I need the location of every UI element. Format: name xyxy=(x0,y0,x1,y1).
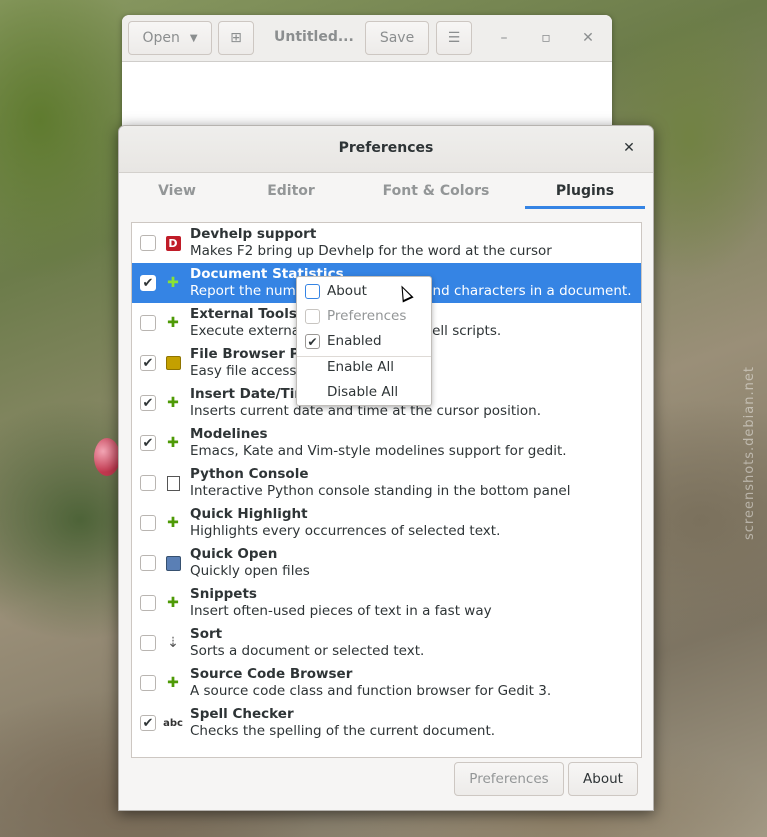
sort-icon: ⇣ xyxy=(167,635,179,651)
dialog-headerbar: Preferences ✕ xyxy=(119,126,653,173)
plugin-enabled-checkbox[interactable]: ✔ xyxy=(140,275,156,291)
plugin-name: Python Console xyxy=(190,466,309,482)
menu-checkbox: ✔ xyxy=(305,334,320,349)
plugin-enabled-checkbox[interactable]: ✔ xyxy=(140,355,156,371)
plugin-name: Sort xyxy=(190,626,223,642)
tab-bar: View Editor Font & Colors Plugins xyxy=(119,173,653,209)
menu-item-label: About xyxy=(327,283,367,299)
document-title: Untitled... xyxy=(274,29,354,45)
puzzle-icon: ✚ xyxy=(167,515,179,531)
plugin-row[interactable]: ✚ Snippets Insert often-used pieces of t… xyxy=(132,583,641,623)
open-button-label: Open xyxy=(142,30,180,46)
close-icon: ✕ xyxy=(623,140,635,156)
puzzle-icon: ✚ xyxy=(167,675,179,691)
menu-item-preferences: Preferences xyxy=(297,304,431,329)
plugin-enabled-checkbox[interactable] xyxy=(140,555,156,571)
menu-item-enabled[interactable]: ✔ Enabled xyxy=(297,329,431,354)
hamburger-icon: ☰ xyxy=(447,30,461,46)
close-icon: ✕ xyxy=(582,30,594,46)
plugin-name: Devhelp support xyxy=(190,226,317,242)
plugin-enabled-checkbox[interactable]: ✔ xyxy=(140,395,156,411)
tab-view[interactable]: View xyxy=(119,173,235,209)
puzzle-icon: ✚ xyxy=(167,435,179,451)
plugin-description: Interactive Python console standing in t… xyxy=(190,483,571,499)
plugin-enabled-checkbox[interactable] xyxy=(140,635,156,651)
plugin-name: Quick Highlight xyxy=(190,506,308,522)
disk-icon xyxy=(165,555,181,571)
plugin-preferences-button[interactable]: Preferences xyxy=(454,762,564,796)
plugin-name: Modelines xyxy=(190,426,268,442)
maximize-icon: ▫ xyxy=(541,30,551,46)
plugin-enabled-checkbox[interactable]: ✔ xyxy=(140,435,156,451)
plugin-enabled-checkbox[interactable] xyxy=(140,675,156,691)
menu-item-label: Enable All xyxy=(327,359,395,375)
plugin-row[interactable]: ✚ Source Code Browser A source code clas… xyxy=(132,663,641,703)
plugin-enabled-checkbox[interactable] xyxy=(140,595,156,611)
save-button[interactable]: Save xyxy=(365,21,429,55)
plugin-row[interactable]: ✔ abc Spell Checker Checks the spelling … xyxy=(132,703,641,743)
plugin-enabled-checkbox[interactable] xyxy=(140,315,156,331)
menu-item-enable-all[interactable]: Enable All xyxy=(297,355,431,380)
plugin-description: Highlights every occurrences of selected… xyxy=(190,523,501,539)
background-berry xyxy=(94,438,120,476)
plugin-description: Insert often-used pieces of text in a fa… xyxy=(190,603,492,619)
open-button[interactable]: Open ▼ xyxy=(128,21,212,55)
plugin-row[interactable]: Python Console Interactive Python consol… xyxy=(132,463,641,503)
menu-item-disable-all[interactable]: Disable All xyxy=(297,380,431,405)
menu-item-label: Preferences xyxy=(327,308,407,324)
plugin-about-button[interactable]: About xyxy=(568,762,638,796)
plugin-description: Sorts a document or selected text. xyxy=(190,643,425,659)
puzzle-icon: ✚ xyxy=(167,315,179,331)
plugin-row[interactable]: Quick Open Quickly open files xyxy=(132,543,641,583)
menu-button[interactable]: ☰ xyxy=(436,21,472,55)
puzzle-icon: ✚ xyxy=(167,275,179,291)
devhelp-icon: D xyxy=(165,235,181,251)
document-icon xyxy=(165,475,181,491)
plugin-name: Quick Open xyxy=(190,546,278,562)
close-button[interactable]: ✕ xyxy=(578,27,598,49)
plugin-description: Makes F2 bring up Devhelp for the word a… xyxy=(190,243,552,259)
maximize-button[interactable]: ▫ xyxy=(536,27,556,49)
puzzle-icon: ✚ xyxy=(167,395,179,411)
menu-checkbox xyxy=(305,309,320,324)
plugin-name: Source Code Browser xyxy=(190,666,353,682)
plugin-enabled-checkbox[interactable] xyxy=(140,235,156,251)
plugin-row[interactable]: ✔ ✚ Modelines Emacs, Kate and Vim-style … xyxy=(132,423,641,463)
plugin-enabled-checkbox[interactable] xyxy=(140,515,156,531)
chevron-down-icon: ▼ xyxy=(189,32,198,44)
plugin-enabled-checkbox[interactable] xyxy=(140,475,156,491)
minimize-button[interactable]: – xyxy=(494,27,514,49)
spell-check-icon: abc xyxy=(163,717,183,729)
plugin-description: A source code class and function browser… xyxy=(190,683,552,699)
dialog-title: Preferences xyxy=(338,140,434,156)
tab-font-colors[interactable]: Font & Colors xyxy=(347,173,525,209)
tab-plugins[interactable]: Plugins xyxy=(525,173,645,209)
plugin-row[interactable]: D Devhelp support Makes F2 bring up Devh… xyxy=(132,223,641,263)
plugin-enabled-checkbox[interactable]: ✔ xyxy=(140,715,156,731)
menu-item-label: Enabled xyxy=(327,333,382,349)
plugin-name: External Tools xyxy=(190,306,297,322)
plugin-description: Quickly open files xyxy=(190,563,310,579)
dialog-close-button[interactable]: ✕ xyxy=(619,138,639,158)
watermark: screenshots.debian.net xyxy=(742,366,757,540)
menu-item-label: Disable All xyxy=(327,384,399,400)
folder-icon xyxy=(165,355,181,371)
plugin-description: Checks the spelling of the current docum… xyxy=(190,723,496,739)
puzzle-icon: ✚ xyxy=(167,595,179,611)
plugin-row[interactable]: ✚ Quick Highlight Highlights every occur… xyxy=(132,503,641,543)
tab-editor[interactable]: Editor xyxy=(235,173,347,209)
new-document-button[interactable]: ⊞ xyxy=(218,21,254,55)
minimize-icon: – xyxy=(500,30,508,46)
menu-checkbox xyxy=(305,284,320,299)
new-tab-icon: ⊞ xyxy=(230,30,242,46)
preferences-dialog: Preferences ✕ View Editor Font & Colors … xyxy=(118,125,654,811)
plugin-name: Spell Checker xyxy=(190,706,294,722)
plugin-name: Snippets xyxy=(190,586,257,602)
plugin-row[interactable]: ⇣ Sort Sorts a document or selected text… xyxy=(132,623,641,663)
gedit-headerbar: Open ▼ ⊞ Untitled... Save ☰ – ▫ ✕ xyxy=(122,15,612,62)
plugin-description: Emacs, Kate and Vim-style modelines supp… xyxy=(190,443,567,459)
